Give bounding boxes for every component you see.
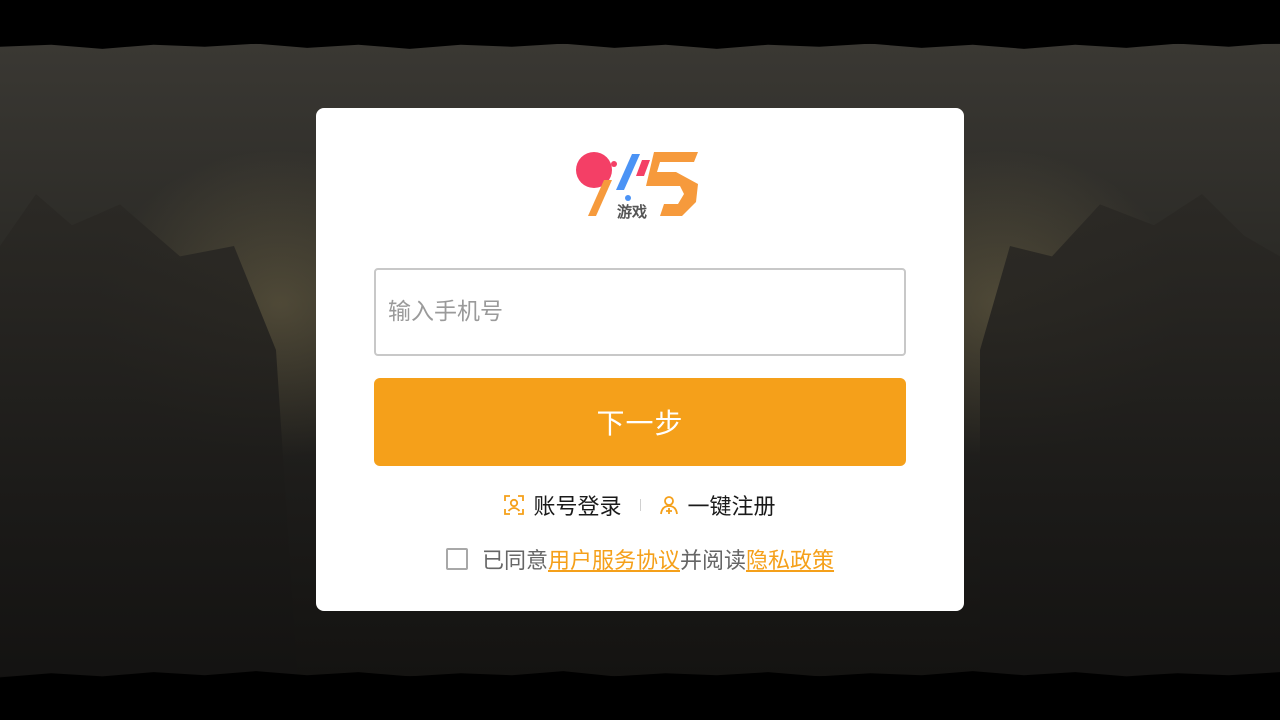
account-login-label: 账号登录 [533,495,622,520]
agreement-checkbox[interactable] [445,548,468,570]
user-service-agreement-link[interactable]: 用户服务协议 [548,543,680,575]
page-background: 游戏 下一步 账号登录 [0,0,1280,720]
phone-field-container [374,268,906,356]
logo-one-stroke [616,154,640,190]
login-dialog: 游戏 下一步 账号登录 [316,108,964,611]
phone-number-input[interactable] [376,270,904,354]
one-click-register-link[interactable]: 一键注册 [659,489,776,521]
logo-dot-2 [625,195,631,201]
login-options-row: 账号登录 一键注册 [316,488,964,522]
next-step-button[interactable]: 下一步 [374,378,906,466]
logo-dot-1 [611,161,617,167]
agreement-prefix-text: 已同意 [481,549,548,574]
bottom-torn-edge [0,671,1280,720]
privacy-policy-link[interactable]: 隐私政策 [746,543,834,575]
logo-brand-text: 游戏 [617,203,647,221]
account-scan-icon [504,495,525,515]
agreement-row: 已同意 用户服务协议 并阅读 隐私政策 [316,542,964,576]
logo-graphic: 游戏 [576,152,698,221]
logo-accent-stroke [636,160,650,176]
915-game-logo: 游戏 [574,150,702,222]
left-ruin-silhouette [0,194,300,714]
top-torn-edge [0,0,1280,49]
right-ruin-silhouette [980,194,1280,714]
one-click-register-label: 一键注册 [687,495,776,520]
agreement-middle-text: 并阅读 [680,549,747,574]
logo-five [646,152,698,216]
links-divider [639,499,641,511]
account-login-link[interactable]: 账号登录 [504,489,622,521]
user-add-icon [659,495,679,515]
